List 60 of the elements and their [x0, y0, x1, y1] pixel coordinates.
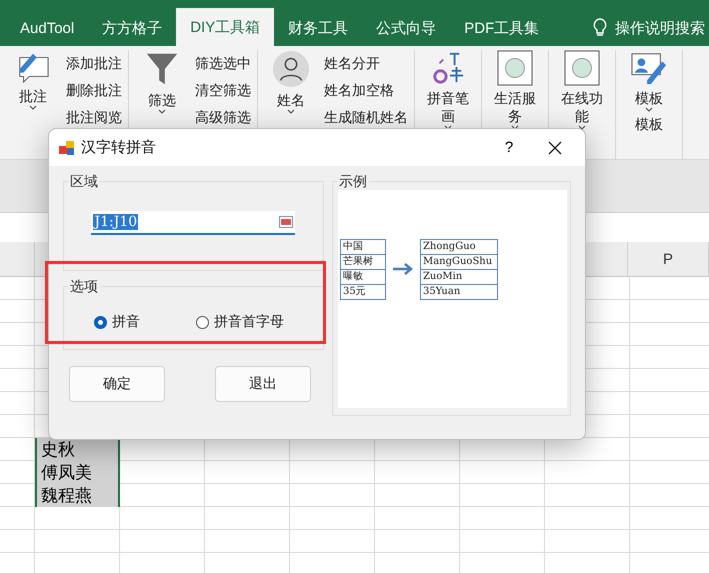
caret-icon — [29, 105, 37, 110]
caret-icon — [287, 109, 295, 114]
ribbon-item[interactable]: 删除批注 — [66, 77, 122, 104]
ribbon-button[interactable]: 拼音笔画 — [421, 50, 475, 130]
example-cell: ZuoMin — [420, 270, 497, 284]
ribbon-item[interactable]: 高级筛选 — [195, 104, 251, 131]
range-field[interactable]: J1:J10 — [91, 211, 296, 235]
radio-button[interactable] — [94, 316, 107, 328]
ribbon-tab[interactable]: 财务工具 — [274, 10, 362, 46]
ribbon-tab[interactable]: AudTool — [6, 10, 88, 46]
ribbon-item[interactable]: 添加批注 — [66, 50, 122, 77]
column-header: P — [628, 242, 709, 276]
example-cell-text: 35元 — [342, 284, 367, 298]
ribbon-item[interactable]: 批注阅览 — [66, 104, 122, 131]
ribbon-tab[interactable]: 公式向导 — [362, 10, 450, 46]
search-hint[interactable]: 操作说明搜索 — [615, 18, 705, 38]
radio-label[interactable]: 拼音 — [112, 313, 140, 331]
radio-label[interactable]: 拼音首字母 — [214, 313, 284, 331]
app-icon — [59, 140, 75, 156]
ribbon-button[interactable]: 模板 — [622, 50, 676, 112]
caret-icon — [645, 107, 653, 112]
ribbon-button[interactable]: 批注 — [6, 50, 60, 131]
range-picker-icon[interactable] — [279, 216, 294, 228]
ribbon-item[interactable]: 姓名加空格 — [324, 77, 408, 104]
caret-icon — [158, 109, 166, 114]
ribbon-item[interactable]: 清空筛选 — [195, 77, 251, 104]
group-title: 示例 — [338, 172, 368, 190]
close-icon — [548, 140, 562, 154]
arrow-icon — [392, 263, 414, 275]
pinyin-icon — [431, 50, 465, 86]
example-cell: ZhongGuo — [420, 240, 497, 254]
person-icon — [272, 50, 310, 88]
example-cell-text: 35Yuan — [422, 284, 462, 298]
table-cell: 傅凤美 — [35, 461, 120, 484]
ribbon-tab[interactable]: PDF工具集 — [450, 10, 554, 46]
radio-button[interactable] — [196, 316, 209, 328]
caret-icon — [578, 125, 586, 130]
example-cell: 中国 — [340, 240, 385, 254]
ribbon-button[interactable]: 在线功能 — [555, 50, 609, 130]
help-button[interactable]: ? — [489, 138, 529, 157]
example-cell: MangGuoShu — [420, 254, 497, 270]
ribbon-button[interactable]: 姓名 — [264, 50, 318, 131]
table-cell: 魏程燕 — [35, 484, 120, 507]
example-cell: 曝敏 — [340, 270, 385, 284]
ribbon-tab[interactable]: DIY工具箱 — [176, 8, 274, 46]
ribbon-button[interactable]: 生活服务 — [488, 50, 542, 130]
ribbon-button[interactable]: 筛选 — [135, 50, 189, 131]
group-title: 区域 — [69, 172, 99, 190]
group-label: 模板 — [634, 116, 664, 134]
example-cell: 芒果树 — [340, 254, 385, 270]
ribbon-item[interactable]: 筛选选中 — [195, 50, 251, 77]
ribbon-tab[interactable]: 方方格子 — [88, 10, 176, 46]
ribbon-item[interactable]: 生成随机姓名 — [324, 104, 408, 131]
dialog-title: 汉字转拼音 — [81, 138, 156, 157]
table-cell: 史秋 — [35, 438, 120, 461]
dialog-button[interactable]: 确定 — [69, 366, 165, 402]
lightbulb-icon — [593, 18, 607, 38]
ribbon-item[interactable]: 姓名分开 — [324, 50, 408, 77]
group-title: 选项 — [69, 277, 99, 295]
dialog-button[interactable]: 退出 — [215, 366, 311, 402]
